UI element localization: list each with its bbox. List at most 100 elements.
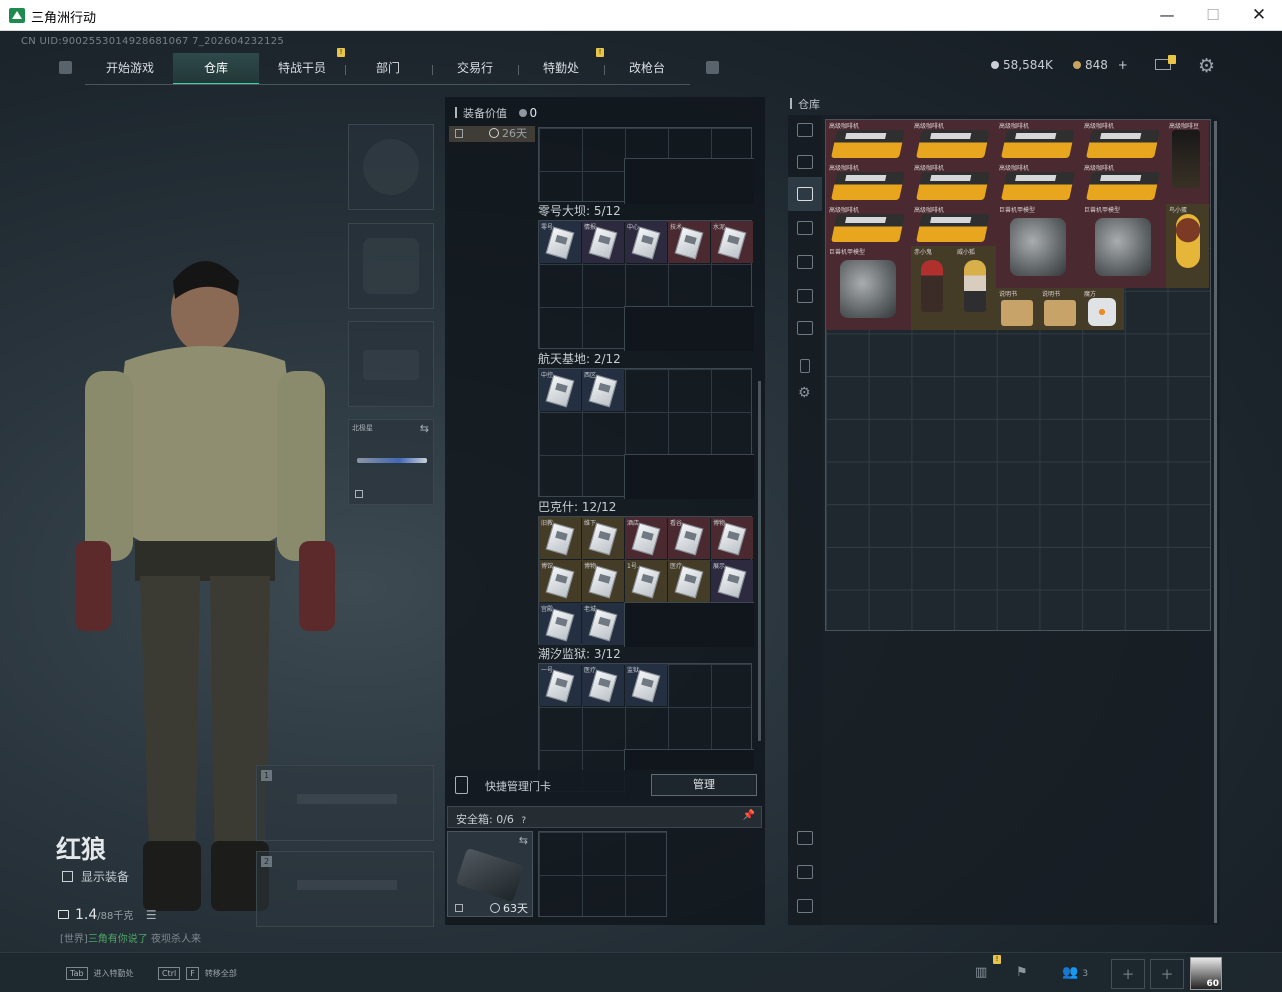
warehouse-item[interactable]: 高级咖啡机: [996, 162, 1081, 204]
keycard-item[interactable]: 1号…: [625, 560, 667, 602]
warehouse-item[interactable]: 巨兽机甲模型: [826, 246, 911, 330]
tab-department[interactable]: 部门: [345, 53, 431, 85]
keycard-item[interactable]: 医疗…: [668, 560, 710, 602]
tab-start-game[interactable]: 开始游戏: [87, 53, 173, 85]
warehouse-item[interactable]: 高级咖啡机: [1081, 120, 1166, 162]
warehouse-item[interactable]: 高级咖啡机: [826, 162, 911, 204]
melee-slot[interactable]: 北极星 ⇆: [348, 419, 434, 505]
helmet-slot[interactable]: [348, 124, 434, 210]
keycard-item[interactable]: 展示…: [711, 560, 753, 602]
warehouse-item[interactable]: 高级咖啡豆: [1166, 120, 1209, 204]
maximize-button[interactable]: ☐: [1190, 0, 1236, 31]
flag-icon[interactable]: ⚑: [1016, 965, 1028, 980]
warehouse-item[interactable]: 高级咖啡机: [826, 204, 911, 246]
keycard-item[interactable]: 博物…: [582, 560, 624, 602]
warehouse-item[interactable]: 巨兽机甲模型: [996, 204, 1081, 288]
keycard-item[interactable]: 中心…: [625, 221, 667, 263]
keycard-item[interactable]: 情报…: [582, 221, 624, 263]
tab-special-ops[interactable]: 特勤处: [518, 53, 604, 85]
minimize-button[interactable]: —: [1144, 0, 1190, 31]
world-chat-line[interactable]: [世界]三角有你说了 夜坝杀人来: [60, 930, 201, 945]
warehouse-scrollbar[interactable]: [1214, 121, 1217, 923]
tab-trading[interactable]: 交易行: [432, 53, 518, 85]
show-equipment-toggle[interactable]: 显示装备: [62, 868, 129, 885]
hint-transfer-all[interactable]: Ctrl F 转移全部: [158, 967, 237, 980]
menu-icon[interactable]: [59, 61, 72, 74]
swap-icon[interactable]: ⇆: [519, 834, 528, 847]
warehouse-item[interactable]: 高级咖啡机: [911, 162, 996, 204]
stats-icon[interactable]: ▥: [975, 965, 987, 980]
gear-icon[interactable]: ⚙: [798, 385, 811, 401]
warehouse-item[interactable]: 高级咖啡机: [826, 120, 911, 162]
add-teammate-button[interactable]: +: [1111, 959, 1145, 989]
keycard-item[interactable]: 零号…: [539, 221, 581, 263]
warehouse-item[interactable]: 说明书: [1039, 288, 1081, 330]
window-titlebar: 三角洲行动 — ☐ ✕: [0, 0, 1282, 31]
keycard-item[interactable]: 博馆…: [539, 560, 581, 602]
safe-box-grid[interactable]: [538, 831, 667, 917]
close-button[interactable]: ✕: [1236, 0, 1282, 31]
keycard-item[interactable]: 博物…: [711, 517, 753, 559]
gear-icon[interactable]: ⚙: [1198, 55, 1215, 77]
keycard-item[interactable]: 维下…: [582, 517, 624, 559]
mail-alert-badge: [1168, 55, 1176, 64]
warehouse-item[interactable]: 鸟小蛋: [1166, 204, 1209, 288]
keycard-item[interactable]: 一号…: [539, 664, 581, 706]
secondary-weapon-slot[interactable]: 2: [256, 851, 434, 927]
token-balance[interactable]: 848 +: [1073, 58, 1128, 72]
squad-icon[interactable]: 👥 3: [1062, 965, 1088, 980]
warehouse-item[interactable]: 说明书: [996, 288, 1039, 330]
manage-button[interactable]: 管理: [651, 774, 757, 796]
layers-icon[interactable]: [797, 865, 813, 879]
tab-warehouse[interactable]: 仓库: [173, 53, 259, 85]
warehouse-tab-icon[interactable]: [797, 155, 813, 169]
warehouse-item[interactable]: 高级咖啡机: [911, 204, 996, 246]
keycard-item[interactable]: 酒店…: [625, 517, 667, 559]
warehouse-item[interactable]: 赤小鬼: [911, 246, 954, 330]
warehouse-tab-icon[interactable]: [797, 221, 813, 235]
hint-enter-special-ops[interactable]: Tab 进入特勤处: [66, 967, 134, 980]
backpack-scrollbar[interactable]: [758, 381, 761, 741]
keycard-item[interactable]: 水泥…: [711, 221, 753, 263]
warehouse-tab-icon[interactable]: [797, 123, 813, 137]
keycard-item[interactable]: 医疗…: [582, 664, 624, 706]
warehouse-item[interactable]: 高级咖啡机: [1081, 162, 1166, 204]
warehouse-item[interactable]: 魔方: [1081, 288, 1124, 330]
keycard-item[interactable]: 技术…: [668, 221, 710, 263]
show-equipment-checkbox[interactable]: [62, 871, 73, 882]
avatar[interactable]: 60: [1190, 957, 1222, 990]
add-teammate-button[interactable]: +: [1150, 959, 1184, 989]
warehouse-tab-icon[interactable]: [797, 187, 813, 201]
tab-operators[interactable]: 特战干员: [259, 53, 345, 85]
pin-icon[interactable]: 📌: [743, 810, 755, 821]
keycard-item[interactable]: 旧教…: [539, 517, 581, 559]
warehouse-item[interactable]: 高级咖啡机: [911, 120, 996, 162]
warehouse-item[interactable]: 威小狐: [954, 246, 996, 330]
warehouse-item[interactable]: 巨兽机甲模型: [1081, 204, 1166, 288]
nav-next-icon[interactable]: [706, 61, 719, 74]
keycard-item[interactable]: 监狱…: [625, 664, 667, 706]
transfer-icon[interactable]: [797, 899, 813, 913]
warehouse-item[interactable]: 高级咖啡机: [996, 120, 1081, 162]
list-icon[interactable]: ☰: [146, 908, 157, 922]
keycard-item[interactable]: 看谷…: [668, 517, 710, 559]
lock-icon[interactable]: [800, 359, 810, 373]
safe-box-slot[interactable]: ⇆ 63天: [447, 831, 533, 917]
keycard-item[interactable]: 宫殿…: [539, 603, 581, 645]
add-token-button[interactable]: +: [1118, 58, 1128, 72]
sort-icon[interactable]: [797, 831, 813, 845]
keycard-item[interactable]: 西区…: [582, 369, 624, 411]
armor-slot[interactable]: [348, 223, 434, 309]
warehouse-tab-icon[interactable]: [797, 255, 813, 269]
tab-gunsmith[interactable]: 改枪台: [604, 53, 690, 85]
primary-weapon-slot[interactable]: 1: [256, 765, 434, 841]
keycard-item[interactable]: 老城…: [582, 603, 624, 645]
coffee-machine-icon: [831, 130, 905, 158]
keycard-item[interactable]: 中控…: [539, 369, 581, 411]
swap-icon[interactable]: ⇆: [420, 422, 429, 435]
warehouse-tab-icon[interactable]: [797, 289, 813, 303]
warehouse-tab-icon[interactable]: [797, 321, 813, 335]
pistol-slot[interactable]: [348, 321, 434, 407]
help-icon[interactable]: ?: [521, 816, 526, 826]
keycard-icon: [631, 669, 661, 703]
